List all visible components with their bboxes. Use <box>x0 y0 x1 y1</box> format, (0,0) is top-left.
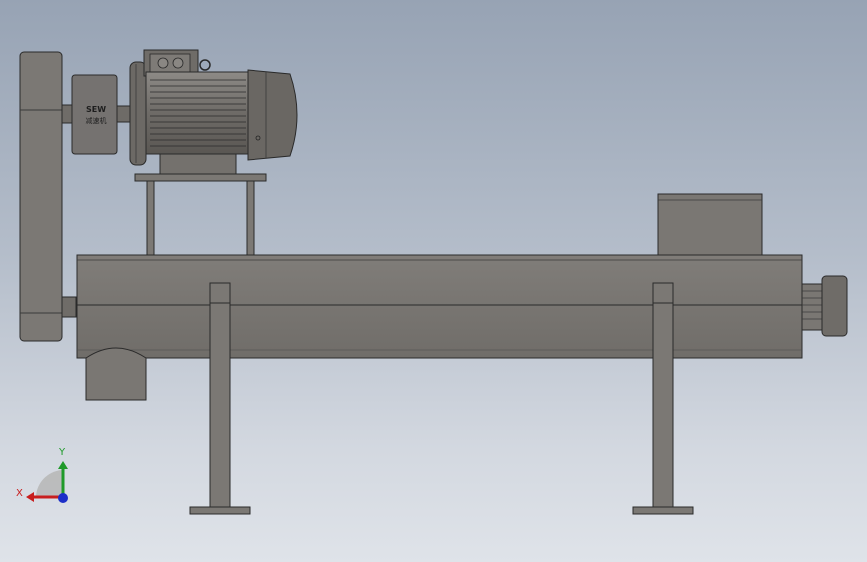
inlet-hopper <box>657 193 763 256</box>
triad-x-label: X <box>16 488 23 499</box>
gearbox-type-label: 减速机 <box>86 116 107 125</box>
triad-y-arrow <box>58 461 68 469</box>
triad-y-label: Y <box>58 447 66 458</box>
gear-reducer: SEW 减速机 <box>71 74 132 155</box>
triad-z-axis <box>58 493 68 503</box>
electric-motor <box>129 49 298 175</box>
tail-bearing <box>801 275 848 337</box>
cad-viewport[interactable]: SEW 减速机 X Y <box>0 0 867 562</box>
triad-plane-shading <box>36 470 62 497</box>
motor-mount-frame <box>134 173 267 256</box>
gearbox-brand-label: SEW <box>86 105 106 114</box>
triad-x-arrow <box>26 492 34 502</box>
conveyor-trough <box>76 254 803 359</box>
reference-triad[interactable]: X Y <box>16 447 68 503</box>
outlet-spout <box>85 347 147 401</box>
belt-guard <box>19 51 77 342</box>
